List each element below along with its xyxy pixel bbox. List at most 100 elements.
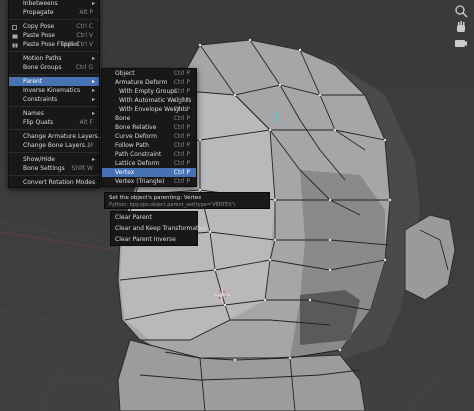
hand-pan-icon[interactable]	[454, 20, 468, 34]
pose-menu: Inbetweens ▸ Propagate Alt P Copy Pose Ctrl…	[8, 0, 104, 188]
menu-item-label: Bone Settings	[23, 165, 65, 172]
submenu-arrow-icon: ▸	[91, 156, 95, 163]
shortcut-label: Ctrl P	[173, 178, 190, 185]
menu-separator	[9, 51, 99, 52]
menu-item-label: Object	[115, 70, 135, 77]
menu-item-parent[interactable]: Parent ▸	[9, 77, 99, 86]
camera-icon[interactable]	[454, 36, 468, 50]
parent-item-path-constraint[interactable]: Path Constraint Ctrl P	[102, 150, 196, 159]
shortcut-label: Ctrl P	[173, 70, 190, 77]
paste-icon	[12, 33, 18, 39]
menu-item-paste-pose[interactable]: Paste Pose Ctrl V	[9, 31, 99, 40]
parent-item-armature-deform[interactable]: Armature Deform Ctrl P	[102, 78, 196, 87]
menu-item-label: Vertex (Triangle)	[115, 178, 165, 185]
shortcut-label: Ctrl P	[173, 88, 190, 95]
shortcut-label: Ctrl P	[173, 115, 190, 122]
menu-item-constraints[interactable]: Constraints ▸	[9, 95, 99, 104]
shortcut-label: Shift Ctrl V	[60, 41, 93, 48]
menu-item-label: Constraints	[23, 96, 58, 103]
parent-item-vertex[interactable]: Vertex Ctrl P	[102, 168, 196, 177]
menu-item-inverse-kinematics[interactable]: Inverse Kinematics ▸	[9, 86, 99, 95]
shortcut-label: Shift W	[71, 165, 93, 172]
menu-item-label: Clear and Keep Transformation	[115, 225, 208, 232]
parent-submenu: Object Ctrl P Armature Deform Ctrl P With …	[101, 68, 197, 187]
parent-item-with-envelope-weights[interactable]: With Envelope Weights Ctrl P	[102, 105, 196, 114]
parent-item-follow-path[interactable]: Follow Path Ctrl P	[102, 141, 196, 150]
menu-item-flip-quats[interactable]: Flip Quats Alt F	[9, 118, 99, 127]
menu-separator	[9, 106, 99, 107]
menu-item-inbetweens[interactable]: Inbetweens ▸	[9, 0, 99, 8]
menu-separator	[9, 175, 99, 176]
submenu-arrow-icon: ▸	[91, 87, 95, 94]
menu-item-names[interactable]: Names ▸	[9, 109, 99, 118]
parent-item-with-automatic-weights[interactable]: With Automatic Weights Ctrl P	[102, 96, 196, 105]
shortcut-label: Ctrl P	[173, 79, 190, 86]
menu-item-bone-settings[interactable]: Bone Settings Shift W	[9, 164, 99, 173]
operator-tooltip: Set the object's parenting: Vertex Pytho…	[104, 192, 270, 209]
shortcut-label: Ctrl P	[173, 142, 190, 149]
zoom-icon[interactable]	[454, 4, 468, 18]
shortcut-label: Alt F	[79, 119, 93, 126]
menu-item-bone-groups[interactable]: Bone Groups Ctrl G	[9, 63, 99, 72]
menu-separator	[9, 152, 99, 153]
shortcut-label: Ctrl P	[173, 106, 190, 113]
menu-item-copy-pose[interactable]: Copy Pose Ctrl C	[9, 22, 99, 31]
shortcut-label: Ctrl G	[75, 64, 93, 71]
menu-item-label: Names	[23, 110, 44, 117]
shortcut-label: Ctrl P	[173, 97, 190, 104]
parent-item-bone-relative[interactable]: Bone Relative Ctrl P	[102, 123, 196, 132]
parent-item-lattice-deform[interactable]: Lattice Deform Ctrl P	[102, 159, 196, 168]
menu-item-change-armature-layers[interactable]: Change Armature Layers...	[9, 132, 104, 141]
menu-item-label: Bone Relative	[115, 124, 157, 131]
menu-item-label: Parent	[23, 78, 43, 85]
clear-item-clear-parent-inverse[interactable]: Clear Parent Inverse	[111, 234, 197, 245]
shortcut-label: Ctrl P	[173, 124, 190, 131]
clear-item-clear-keep-transformation[interactable]: Clear and Keep Transformation	[111, 223, 208, 234]
menu-item-motion-paths[interactable]: Motion Paths ▸	[9, 54, 99, 63]
menu-item-label: Motion Paths	[23, 55, 62, 62]
menu-item-label: Curve Deform	[115, 133, 157, 140]
tooltip-description: Set the object's parenting: Vertex	[109, 195, 202, 201]
submenu-arrow-icon: ▸	[91, 55, 95, 62]
shortcut-label: M	[87, 142, 93, 149]
menu-item-label: With Empty Groups	[119, 88, 178, 95]
clear-item-clear-parent[interactable]: Clear Parent	[111, 212, 197, 223]
paste-flipped-icon	[12, 42, 18, 48]
shortcut-label: Ctrl P	[173, 133, 190, 140]
menu-item-label: Lattice Deform	[115, 160, 160, 167]
menu-item-label: Inverse Kinematics	[23, 87, 81, 94]
parent-item-with-empty-groups[interactable]: With Empty Groups Ctrl P	[102, 87, 196, 96]
shortcut-label: Ctrl P	[173, 151, 190, 158]
parent-item-vertex-triangle[interactable]: Vertex (Triangle) Ctrl P	[102, 177, 196, 186]
tooltip-python: Python: bpy.ops.object.parent_set(type='…	[109, 202, 236, 208]
menu-item-label: Clear Parent Inverse	[115, 236, 176, 243]
menu-item-label: Show/Hide	[23, 156, 55, 163]
menu-item-propagate[interactable]: Propagate Alt P	[9, 8, 99, 17]
shortcut-label: Ctrl P	[173, 160, 190, 167]
menu-separator	[9, 74, 99, 75]
menu-item-label: Paste Pose	[23, 32, 55, 39]
menu-item-label: Copy Pose	[23, 23, 55, 30]
menu-item-label: Convert Rotation Modes	[23, 179, 96, 186]
menu-item-change-bone-layers[interactable]: Change Bone Layers... M	[9, 141, 99, 150]
submenu-arrow-icon: ▸	[91, 110, 95, 117]
menu-separator	[9, 129, 99, 130]
menu-item-label: Bone Groups	[23, 64, 62, 71]
shortcut-label: Ctrl V	[76, 32, 93, 39]
clear-parent-menu: Clear Parent Clear and Keep Transformati…	[110, 211, 208, 246]
parent-item-curve-deform[interactable]: Curve Deform Ctrl P	[102, 132, 196, 141]
parent-item-object[interactable]: Object Ctrl P	[102, 69, 196, 78]
shortcut-label: Alt P	[79, 9, 93, 16]
menu-item-paste-pose-flipped[interactable]: Paste Pose Flipped Shift Ctrl V	[9, 40, 99, 49]
menu-item-label: Armature Deform	[115, 79, 168, 86]
menu-item-label: Change Armature Layers...	[23, 133, 104, 140]
menu-item-label: Clear Parent	[115, 214, 152, 221]
menu-item-show-hide[interactable]: Show/Hide ▸	[9, 155, 99, 164]
menu-item-label: Change Bone Layers...	[23, 142, 91, 149]
menu-item-label: Inbetweens	[23, 0, 58, 7]
menu-item-convert-rotation-modes[interactable]: Convert Rotation Modes	[9, 178, 99, 187]
menu-item-label: Vertex	[115, 169, 135, 176]
copy-icon	[12, 24, 18, 30]
menu-item-label: Propagate	[23, 9, 54, 16]
parent-item-bone[interactable]: Bone Ctrl P	[102, 114, 196, 123]
